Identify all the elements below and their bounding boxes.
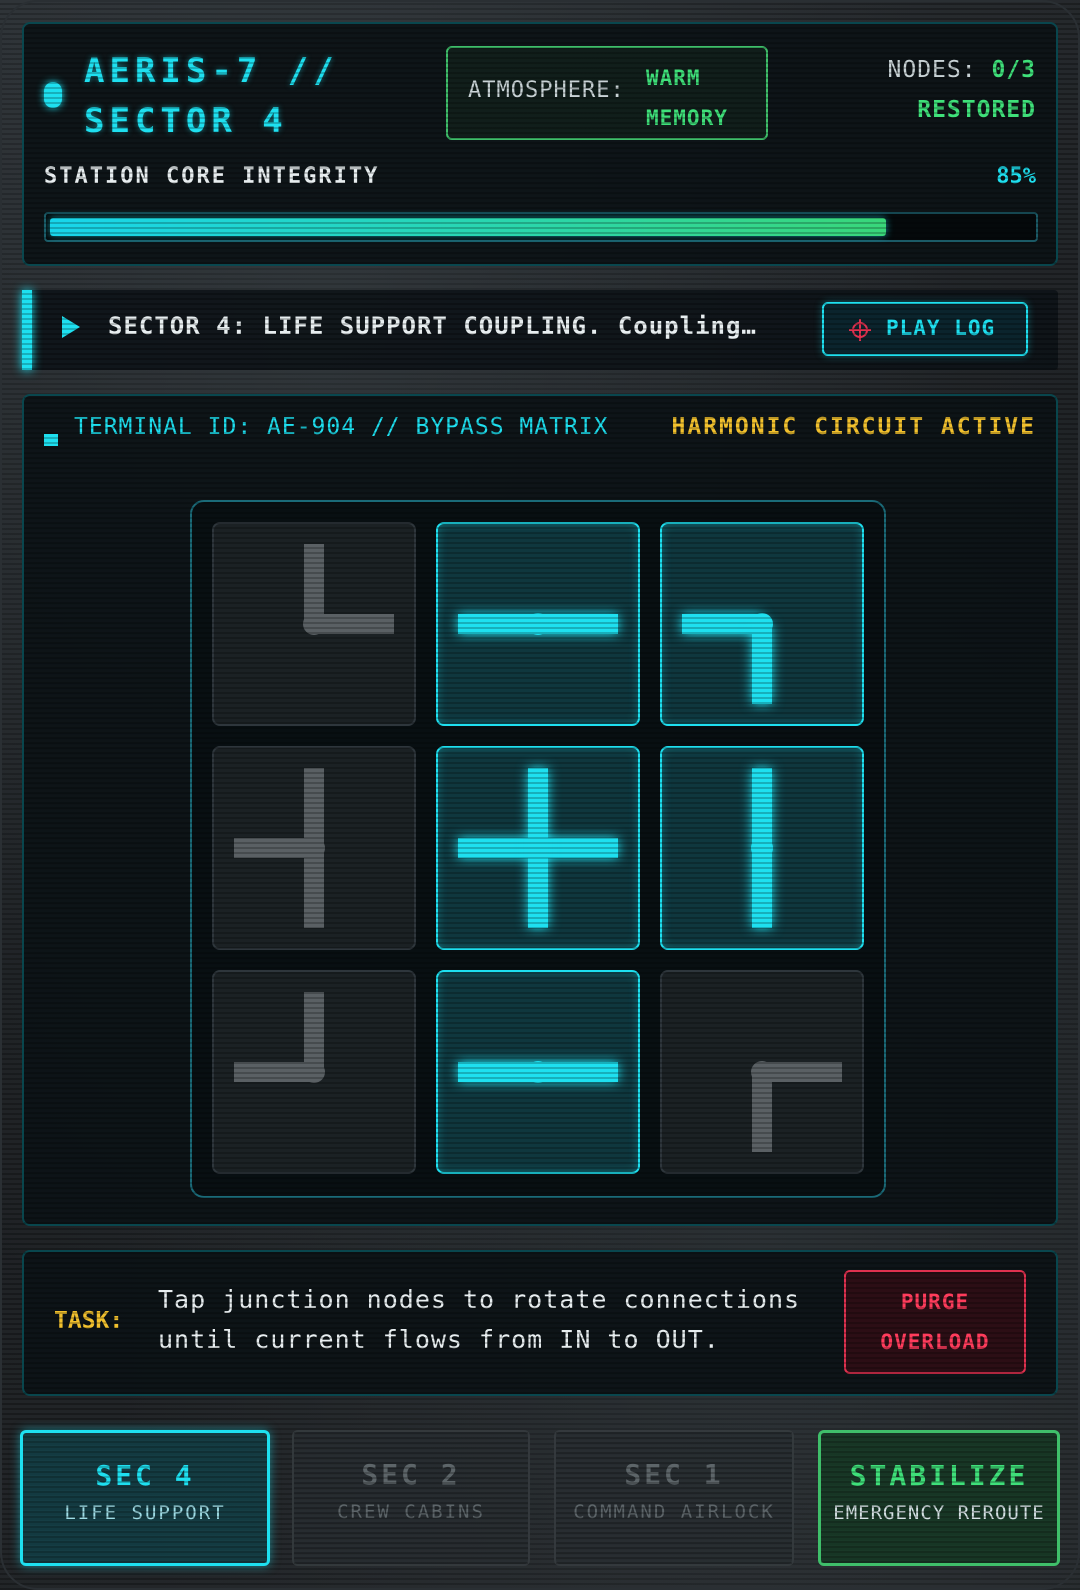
- tab-sec-1[interactable]: SEC 1 COMMAND AIRLOCK: [554, 1430, 794, 1566]
- header-panel: AERIS-7 // SECTOR 4 ATMOSPHERE: WARM MEM…: [22, 22, 1058, 266]
- nodes-label: NODES:: [887, 57, 977, 83]
- log-accent: [22, 290, 32, 370]
- pipe-corner-left-down-icon: [682, 613, 773, 704]
- atmosphere-label: ATMOSPHERE:: [468, 78, 625, 103]
- atmosphere-value: WARM MEMORY: [646, 58, 728, 138]
- circuit-status: HARMONIC CIRCUIT ACTIVE: [671, 414, 1036, 440]
- junction-node-r0c1[interactable]: [436, 522, 640, 726]
- pipe-hub: [303, 613, 325, 635]
- bypass-matrix-grid: [190, 500, 886, 1198]
- tab-subtitle: CREW CABINS: [337, 1501, 485, 1523]
- integrity-value: 85%: [996, 164, 1036, 189]
- stabilize-button[interactable]: STABILIZE EMERGENCY REROUTE: [818, 1430, 1060, 1566]
- pipe-straight-horizontal-icon: [458, 1061, 618, 1083]
- nodes-counter: NODES: 0/3 RESTORED: [888, 50, 1037, 130]
- integrity-bar: [44, 212, 1038, 242]
- play-triangle-icon: [62, 316, 80, 338]
- tab-subtitle: LIFE SUPPORT: [64, 1502, 226, 1524]
- pipe-hub: [527, 1061, 549, 1083]
- terminal-id: TERMINAL ID: AE-904 // BYPASS MATRIX: [74, 414, 609, 440]
- integrity-bar-fill: [50, 218, 887, 236]
- pipe-straight-vertical-icon: [751, 768, 773, 928]
- tab-subtitle: COMMAND AIRLOCK: [573, 1501, 775, 1523]
- junction-node-r1c1[interactable]: [436, 746, 640, 950]
- nodes-restored-label: RESTORED: [917, 97, 1036, 123]
- play-log-button[interactable]: PLAY LOG: [822, 302, 1028, 356]
- tab-sec-2[interactable]: SEC 2 CREW CABINS: [292, 1430, 530, 1566]
- pipe-hub: [527, 837, 549, 859]
- task-panel: TASK: Tap junction nodes to rotate conne…: [22, 1250, 1058, 1396]
- atmosphere-value-line-1: WARM: [646, 66, 701, 90]
- pipe-hub: [527, 613, 549, 635]
- junction-node-r2c0[interactable]: [212, 970, 416, 1174]
- purge-label-line-2: OVERLOAD: [880, 1330, 990, 1354]
- pipe-cross-icon: [458, 768, 618, 928]
- task-label: TASK:: [54, 1308, 124, 1334]
- pipe-hub: [751, 1061, 773, 1083]
- purge-label-line-1: PURGE: [900, 1290, 970, 1314]
- pipe-hub: [751, 613, 773, 635]
- log-bar: SECTOR 4: LIFE SUPPORT COUPLING. Couplin…: [22, 290, 1058, 370]
- tab-title: SEC 1: [624, 1458, 724, 1491]
- tab-title: SEC 4: [95, 1459, 195, 1492]
- junction-node-r2c1[interactable]: [436, 970, 640, 1174]
- title-line-1: AERIS-7 //: [84, 51, 339, 91]
- junction-node-r2c2[interactable]: [660, 970, 864, 1174]
- title-line-2: SECTOR 4: [84, 101, 288, 141]
- junction-node-r0c2[interactable]: [660, 522, 864, 726]
- pipe-corner-up-right-icon: [303, 544, 394, 635]
- station-title: AERIS-7 // SECTOR 4: [84, 46, 339, 146]
- junction-node-r0c0[interactable]: [212, 522, 416, 726]
- play-log-label: PLAY LOG: [886, 316, 996, 340]
- junction-node-r1c2[interactable]: [660, 746, 864, 950]
- pipe-corner-right-down-icon: [751, 1061, 842, 1152]
- pipe-hub: [751, 837, 773, 859]
- task-text: Tap junction nodes to rotate connections…: [158, 1285, 801, 1354]
- pipe-corner-up-left-icon: [234, 992, 325, 1083]
- junction-node-r1c0[interactable]: [212, 746, 416, 950]
- tab-subtitle: EMERGENCY REROUTE: [833, 1502, 1045, 1524]
- pipe-straight-horizontal-icon: [458, 613, 618, 635]
- tab-sec-4[interactable]: SEC 4 LIFE SUPPORT: [20, 1430, 270, 1566]
- terminal-panel: TERMINAL ID: AE-904 // BYPASS MATRIX HAR…: [22, 394, 1058, 1226]
- pipe-hub: [303, 837, 325, 859]
- tab-title: STABILIZE: [849, 1459, 1029, 1492]
- purge-overload-button[interactable]: PURGE OVERLOAD: [844, 1270, 1026, 1374]
- crosshair-icon: [849, 319, 871, 341]
- integrity-label: STATION CORE INTEGRITY: [44, 164, 380, 189]
- atmosphere-badge: ATMOSPHERE: WARM MEMORY: [446, 46, 768, 140]
- tab-title: SEC 2: [361, 1458, 461, 1491]
- pipe-tee-up-left-down-icon: [234, 768, 325, 928]
- log-text: SECTOR 4: LIFE SUPPORT COUPLING. Couplin…: [108, 312, 757, 340]
- terminal-square-icon: [44, 434, 58, 446]
- nodes-value: 0/3: [991, 57, 1036, 83]
- status-dot: [44, 82, 62, 108]
- pipe-hub: [303, 1061, 325, 1083]
- atmosphere-value-line-2: MEMORY: [646, 106, 728, 130]
